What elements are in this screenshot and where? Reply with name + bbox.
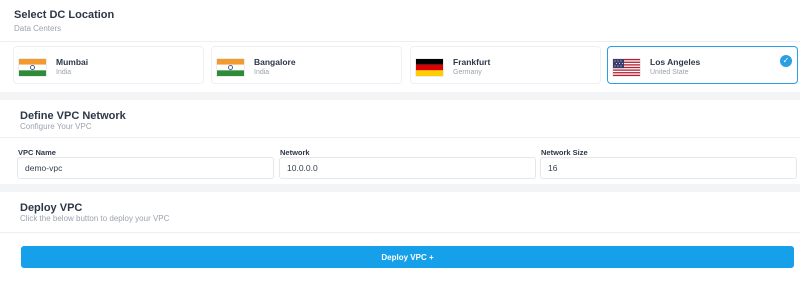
check-circle-icon: ✓ bbox=[780, 55, 792, 67]
vpc-network-subtitle: Configure Your VPC bbox=[20, 122, 92, 131]
india-flag-icon bbox=[217, 59, 244, 76]
location-city: Frankfurt bbox=[453, 57, 491, 67]
location-card-bangalore[interactable]: Bangalore India bbox=[211, 46, 402, 84]
location-card-frankfurt[interactable]: Frankfurt Germany bbox=[410, 46, 601, 84]
deploy-vpc-subtitle: Click the below button to deploy your VP… bbox=[20, 214, 170, 223]
deploy-vpc-button[interactable]: Deploy VPC + bbox=[21, 246, 794, 268]
location-city: Mumbai bbox=[56, 57, 89, 67]
location-card-mumbai[interactable]: Mumbai India bbox=[13, 46, 204, 84]
dc-location-title: Select DC Location bbox=[14, 9, 115, 21]
network-input[interactable] bbox=[279, 157, 536, 179]
dc-location-subtitle: Data Centers bbox=[14, 24, 62, 33]
section-divider bbox=[0, 232, 800, 233]
location-card-los-angeles[interactable]: Los Angeles United State ✓ bbox=[607, 46, 798, 84]
network-size-input[interactable] bbox=[540, 157, 797, 179]
india-flag-icon bbox=[19, 59, 46, 76]
vpc-network-title: Define VPC Network bbox=[20, 110, 126, 122]
vpc-name-input[interactable] bbox=[17, 157, 274, 179]
network-size-label: Network Size bbox=[541, 148, 588, 157]
location-country: Germany bbox=[453, 69, 482, 76]
location-country: India bbox=[56, 69, 72, 76]
section-divider bbox=[0, 41, 800, 42]
germany-flag-icon bbox=[416, 59, 443, 76]
usa-flag-icon bbox=[613, 59, 640, 76]
location-city: Los Angeles bbox=[650, 57, 701, 67]
location-country: India bbox=[254, 69, 270, 76]
section-divider bbox=[0, 137, 800, 138]
location-country: United State bbox=[650, 69, 689, 76]
deploy-vpc-section: Deploy VPC Click the below button to dep… bbox=[0, 192, 800, 284]
dc-location-section: Select DC Location Data Centers Mumbai I… bbox=[0, 0, 800, 92]
deploy-vpc-title: Deploy VPC bbox=[20, 202, 83, 214]
network-label: Network bbox=[280, 148, 310, 157]
location-city: Bangalore bbox=[254, 57, 296, 67]
vpc-name-label: VPC Name bbox=[18, 148, 56, 157]
